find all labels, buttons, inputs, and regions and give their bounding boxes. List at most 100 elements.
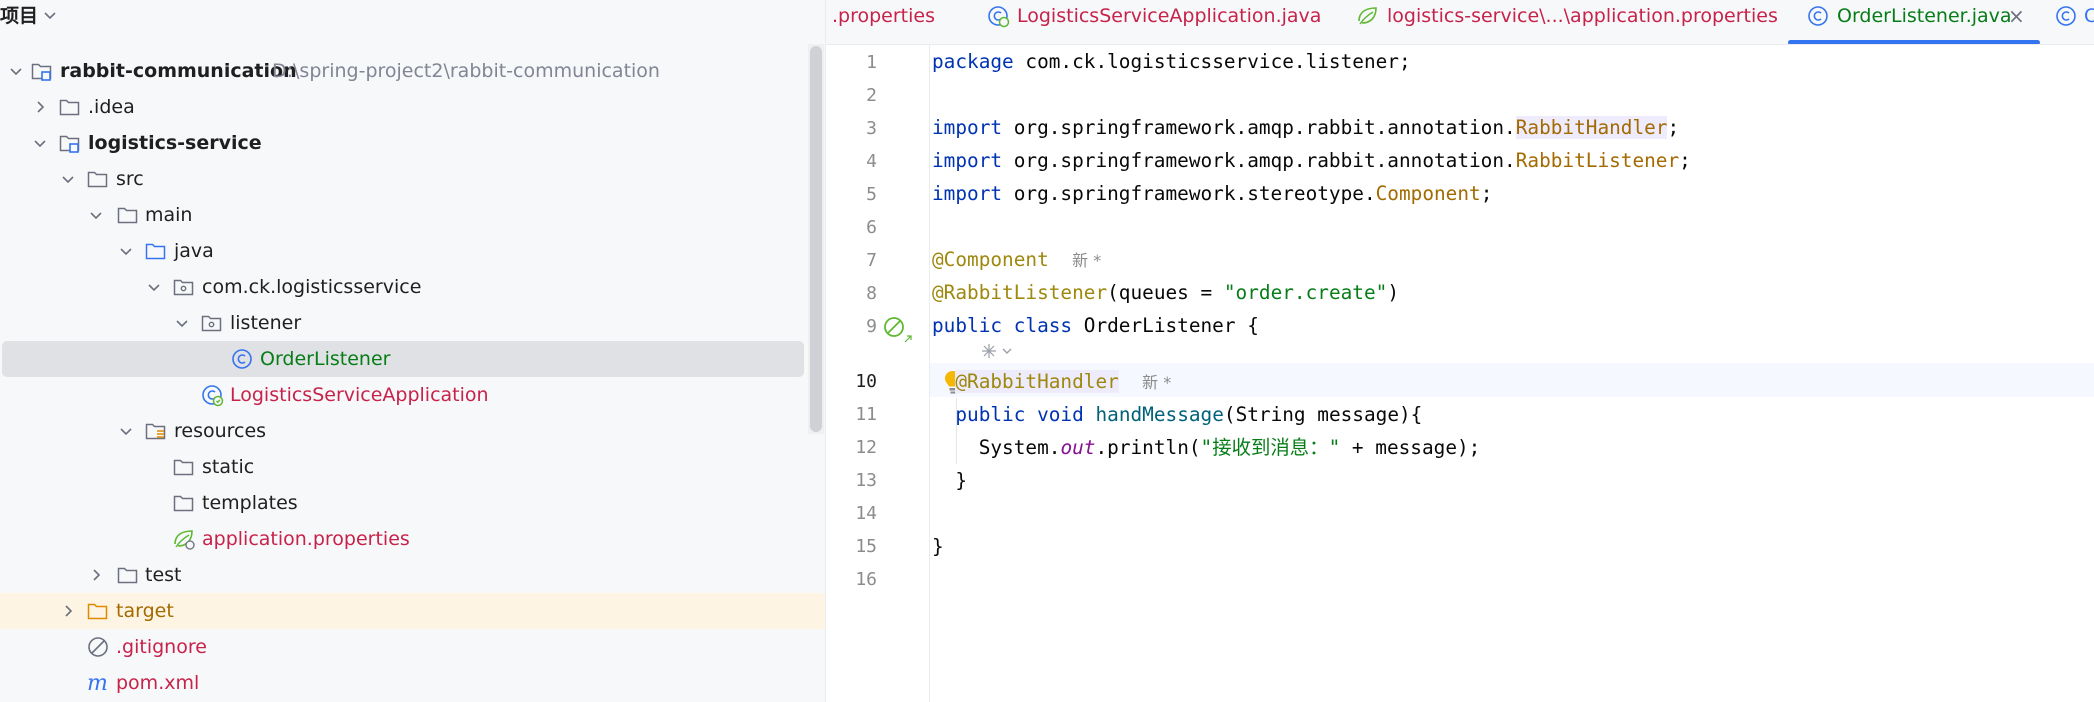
spring-boot-class-icon	[200, 383, 224, 407]
bean-no-usage-icon[interactable]	[882, 315, 906, 343]
folder-icon	[58, 95, 82, 119]
code-text: OrderListener {	[1072, 314, 1259, 337]
spring-properties-icon	[1356, 4, 1380, 28]
code-line-3[interactable]: import org.springframework.amqp.rabbit.a…	[932, 111, 1679, 144]
class-icon	[1806, 4, 1830, 28]
chevron-right-icon[interactable]	[30, 97, 50, 117]
chevron-down-icon[interactable]	[172, 313, 192, 333]
chevron-down-icon[interactable]	[86, 205, 106, 225]
tree-item-target[interactable]: target	[0, 593, 825, 629]
keyword: import	[932, 182, 1003, 205]
resources-folder-icon	[144, 419, 168, 443]
tree-item-java[interactable]: java	[0, 233, 806, 269]
tree-item-src[interactable]: src	[0, 161, 806, 197]
keyword: import	[932, 149, 1003, 172]
line-number: 4	[866, 151, 877, 172]
annotation: @RabbitListener	[932, 281, 1108, 304]
code-text: System.	[978, 436, 1061, 459]
chevron-down-icon[interactable]	[116, 241, 136, 261]
package-icon	[200, 311, 224, 335]
tree-item-templates[interactable]: templates	[0, 485, 806, 521]
code-line-8[interactable]: @RabbitListener(queues = "order.create")	[932, 276, 1399, 309]
static-field: out	[1060, 436, 1096, 459]
inlay-settings-icon[interactable]	[979, 342, 1015, 364]
link-arrow-icon	[904, 328, 912, 347]
code-text: ;	[1480, 182, 1493, 205]
tree-item-label: target	[116, 600, 174, 622]
author-hint[interactable]: 新 *	[1142, 373, 1171, 392]
tree-scrollbar[interactable]	[810, 46, 822, 432]
tree-item-label: java	[174, 240, 214, 262]
svg-text:m: m	[87, 671, 108, 695]
chevron-down-icon[interactable]	[30, 133, 50, 153]
chevron-right-icon[interactable]	[86, 565, 106, 585]
tree-item-label: pom.xml	[116, 672, 200, 694]
tree-item-package[interactable]: com.ck.logisticsservice	[0, 269, 806, 305]
tree-item-application-properties[interactable]: application.properties	[0, 521, 806, 557]
code-line-4[interactable]: import org.springframework.amqp.rabbit.a…	[932, 144, 1691, 177]
chevron-down-icon[interactable]	[6, 61, 26, 81]
keyword: import	[932, 116, 1003, 139]
chevron-down-icon[interactable]	[58, 169, 78, 189]
keyword: package	[932, 50, 1014, 73]
line-number: 5	[866, 184, 877, 205]
annotation: @RabbitHandler	[955, 370, 1119, 393]
keyword: public void	[955, 403, 1084, 426]
code-text: com.ck.logisticsservice.listener;	[1013, 50, 1411, 73]
code-line-10[interactable]: @RabbitHandler 新 *	[932, 365, 1171, 398]
code-line-5[interactable]: import org.springframework.stereotype.Co…	[932, 177, 1492, 210]
line-number: 8	[866, 283, 877, 304]
code-line-15[interactable]: }	[932, 530, 944, 563]
folder-icon	[86, 167, 110, 191]
line-number: 6	[866, 217, 877, 238]
tab-label: LogisticsServiceApplication.java	[1017, 5, 1322, 27]
tree-item-logistics-service[interactable]: logistics-service	[0, 125, 806, 161]
code-text: (String message){	[1223, 403, 1423, 426]
tree-item-logistics-service-application[interactable]: LogisticsServiceApplication	[0, 377, 806, 413]
chevron-down-icon[interactable]	[144, 277, 164, 297]
chevron-down-icon[interactable]	[116, 421, 136, 441]
tree-item-gitignore[interactable]: .gitignore	[0, 629, 806, 665]
code-text: org.springframework.stereotype.	[1002, 182, 1376, 205]
tree-item-label: test	[145, 564, 182, 586]
editor: .properties LogisticsServiceApplication.…	[825, 0, 2094, 702]
chevron-down-icon[interactable]	[42, 1, 58, 33]
code-line-9[interactable]: public class OrderListener {	[932, 309, 1259, 342]
tab-label: logistics-service\...\application.proper…	[1387, 5, 1778, 27]
tree-item-label: .idea	[88, 96, 135, 118]
line-number: 14	[855, 503, 877, 524]
code-text: + message);	[1340, 436, 1481, 459]
chevron-right-icon[interactable]	[58, 601, 78, 621]
project-header[interactable]: 项目	[0, 0, 58, 34]
module-folder-icon	[58, 131, 82, 155]
tree-item-label: logistics-service	[88, 132, 262, 154]
tree-item-label: .gitignore	[116, 636, 207, 658]
tree-item-pom-xml[interactable]: m pom.xml	[0, 665, 806, 701]
code-line-1[interactable]: package com.ck.logisticsservice.listener…	[932, 45, 1411, 78]
code-line-11[interactable]: public void handMessage(String message){	[932, 398, 1422, 431]
line-number: 7	[866, 250, 877, 271]
tree-item-test[interactable]: test	[0, 557, 806, 593]
code-line-7[interactable]: @Component 新 *	[932, 243, 1101, 276]
source-folder-icon	[144, 239, 168, 263]
code-line-12[interactable]: System.out.println("接收到消息：" + message);	[932, 431, 1481, 464]
tree-item-main[interactable]: main	[0, 197, 806, 233]
tree-item-label: src	[116, 168, 144, 190]
code-line-13[interactable]: }	[932, 464, 967, 497]
code-text: org.springframework.amqp.rabbit.annotati…	[1002, 116, 1516, 139]
line-number: 10	[855, 371, 877, 392]
tree-item-static[interactable]: static	[0, 449, 806, 485]
editor-tab-bar: .properties LogisticsServiceApplication.…	[826, 0, 2094, 45]
author-hint[interactable]: 新 *	[1072, 251, 1101, 270]
editor-gutter[interactable]: 1 2 3 4 5 6 7 8 9 10 11 12 13 14 15 16	[826, 45, 961, 702]
tree-item-rabbit-communication[interactable]: rabbit-communication D:\spring-project2\…	[0, 53, 806, 89]
folder-icon	[172, 491, 196, 515]
tree-item-resources[interactable]: resources	[0, 413, 806, 449]
code-text: (queues =	[1107, 281, 1224, 304]
tree-item-order-listener[interactable]: OrderListener	[2, 341, 804, 377]
tree-item-idea[interactable]: .idea	[0, 89, 806, 125]
tree-item-listener[interactable]: listener	[0, 305, 806, 341]
active-tab-indicator	[1788, 40, 2040, 44]
close-icon[interactable]: ×	[2008, 4, 2025, 28]
tree-item-label: application.properties	[202, 528, 410, 550]
